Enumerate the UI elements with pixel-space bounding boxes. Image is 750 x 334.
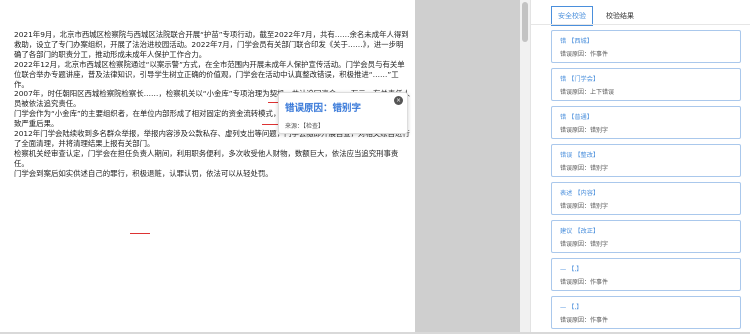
result-card[interactable]: — 【,】错误原因：作事件 <box>551 258 741 291</box>
result-card-title: 错 【西城】 <box>560 38 593 45</box>
result-card[interactable]: 错误 【整改】错误原因：错别字 <box>551 144 741 177</box>
document-paragraph: 2021年9月，北京市西城区检察院与西城区法院联合开展“护苗”专项行动，截至20… <box>14 30 409 59</box>
result-card-title: — 【,】 <box>560 304 583 311</box>
panel-tabs: 安全校验 校验结果 <box>551 6 641 26</box>
tab-check-results[interactable]: 校验结果 <box>599 6 641 26</box>
error-underline[interactable] <box>130 233 150 234</box>
proofread-panel: 安全校验 校验结果 错 【西城】 错误原因：作事件错 【门学会】 错误原因：上下错误… <box>530 0 750 332</box>
result-card-title: 错误 【整改】 <box>560 152 600 159</box>
workspace-background <box>415 0 521 332</box>
result-card-reason: 错误原因：上下错误 <box>560 89 615 96</box>
result-card-reason: 错误原因：作事件 <box>560 51 609 58</box>
document-paragraph: 2022年12月，北京市西城区检察院通过“以案示警”方式，在全市范围内开展未成年… <box>14 59 405 89</box>
tab-divider <box>531 24 750 25</box>
result-card[interactable]: 错 【门学会】错误原因：上下错误 <box>551 68 741 101</box>
result-card[interactable]: — 【,】错误原因：作事件 <box>551 296 741 329</box>
scrollbar[interactable] <box>520 0 530 332</box>
result-card-title: 建议 【改正】 <box>560 228 600 235</box>
result-card-reason: 错误原因：作事件 <box>560 317 609 324</box>
result-card[interactable]: 表述 【内容】错误原因：错别字 <box>551 182 741 215</box>
result-card-reason: 错误原因：作事件 <box>560 279 609 286</box>
result-card-reason: 错误原因：错别字 <box>560 203 609 210</box>
result-card-reason: 错误原因：错别字 <box>560 241 609 248</box>
error-popup: 错误原因：错别字 来源：【检查】 × <box>278 92 408 134</box>
result-card-title: 错 【普通】 <box>560 114 593 121</box>
error-message: 错误原因：错别字 <box>285 103 362 114</box>
close-icon[interactable]: × <box>394 96 403 105</box>
result-card-reason: 错误原因：错别字 <box>560 127 609 134</box>
result-card-title: 错 【门学会】 <box>560 76 600 83</box>
scrollbar-thumb[interactable] <box>522 2 528 42</box>
result-card[interactable]: 错 【普通】错误原因：错别字 <box>551 106 741 139</box>
document-paragraph: 检察机关经审查认定，门学会在担任负责人期间，利用职务便利，多次收受他人财物，数额… <box>14 148 399 168</box>
result-card-reason: 错误原因：错别字 <box>560 165 609 172</box>
tab-security-check[interactable]: 安全校验 <box>551 6 593 26</box>
error-source: 来源：【检查】 <box>285 123 325 130</box>
document-page: 2021年9月，北京市西城区检察院与西城区法院联合开展“护苗”专项行动，截至20… <box>0 0 415 332</box>
result-card[interactable]: 错 【西城】错误原因：作事件 <box>551 30 741 63</box>
result-card[interactable]: 建议 【改正】错误原因：错别字 <box>551 220 741 253</box>
result-card-title: — 【,】 <box>560 266 583 273</box>
result-cards: 错 【西城】 错误原因：作事件错 【门学会】 错误原因：上下错误错 【普通】 错误原因… <box>551 30 741 334</box>
document-paragraph: 门学会到案后如实供述自己的罪行，积极退赃，认罪认罚，依法可以从轻处罚。 <box>14 168 273 178</box>
result-card-title: 表述 【内容】 <box>560 190 600 197</box>
